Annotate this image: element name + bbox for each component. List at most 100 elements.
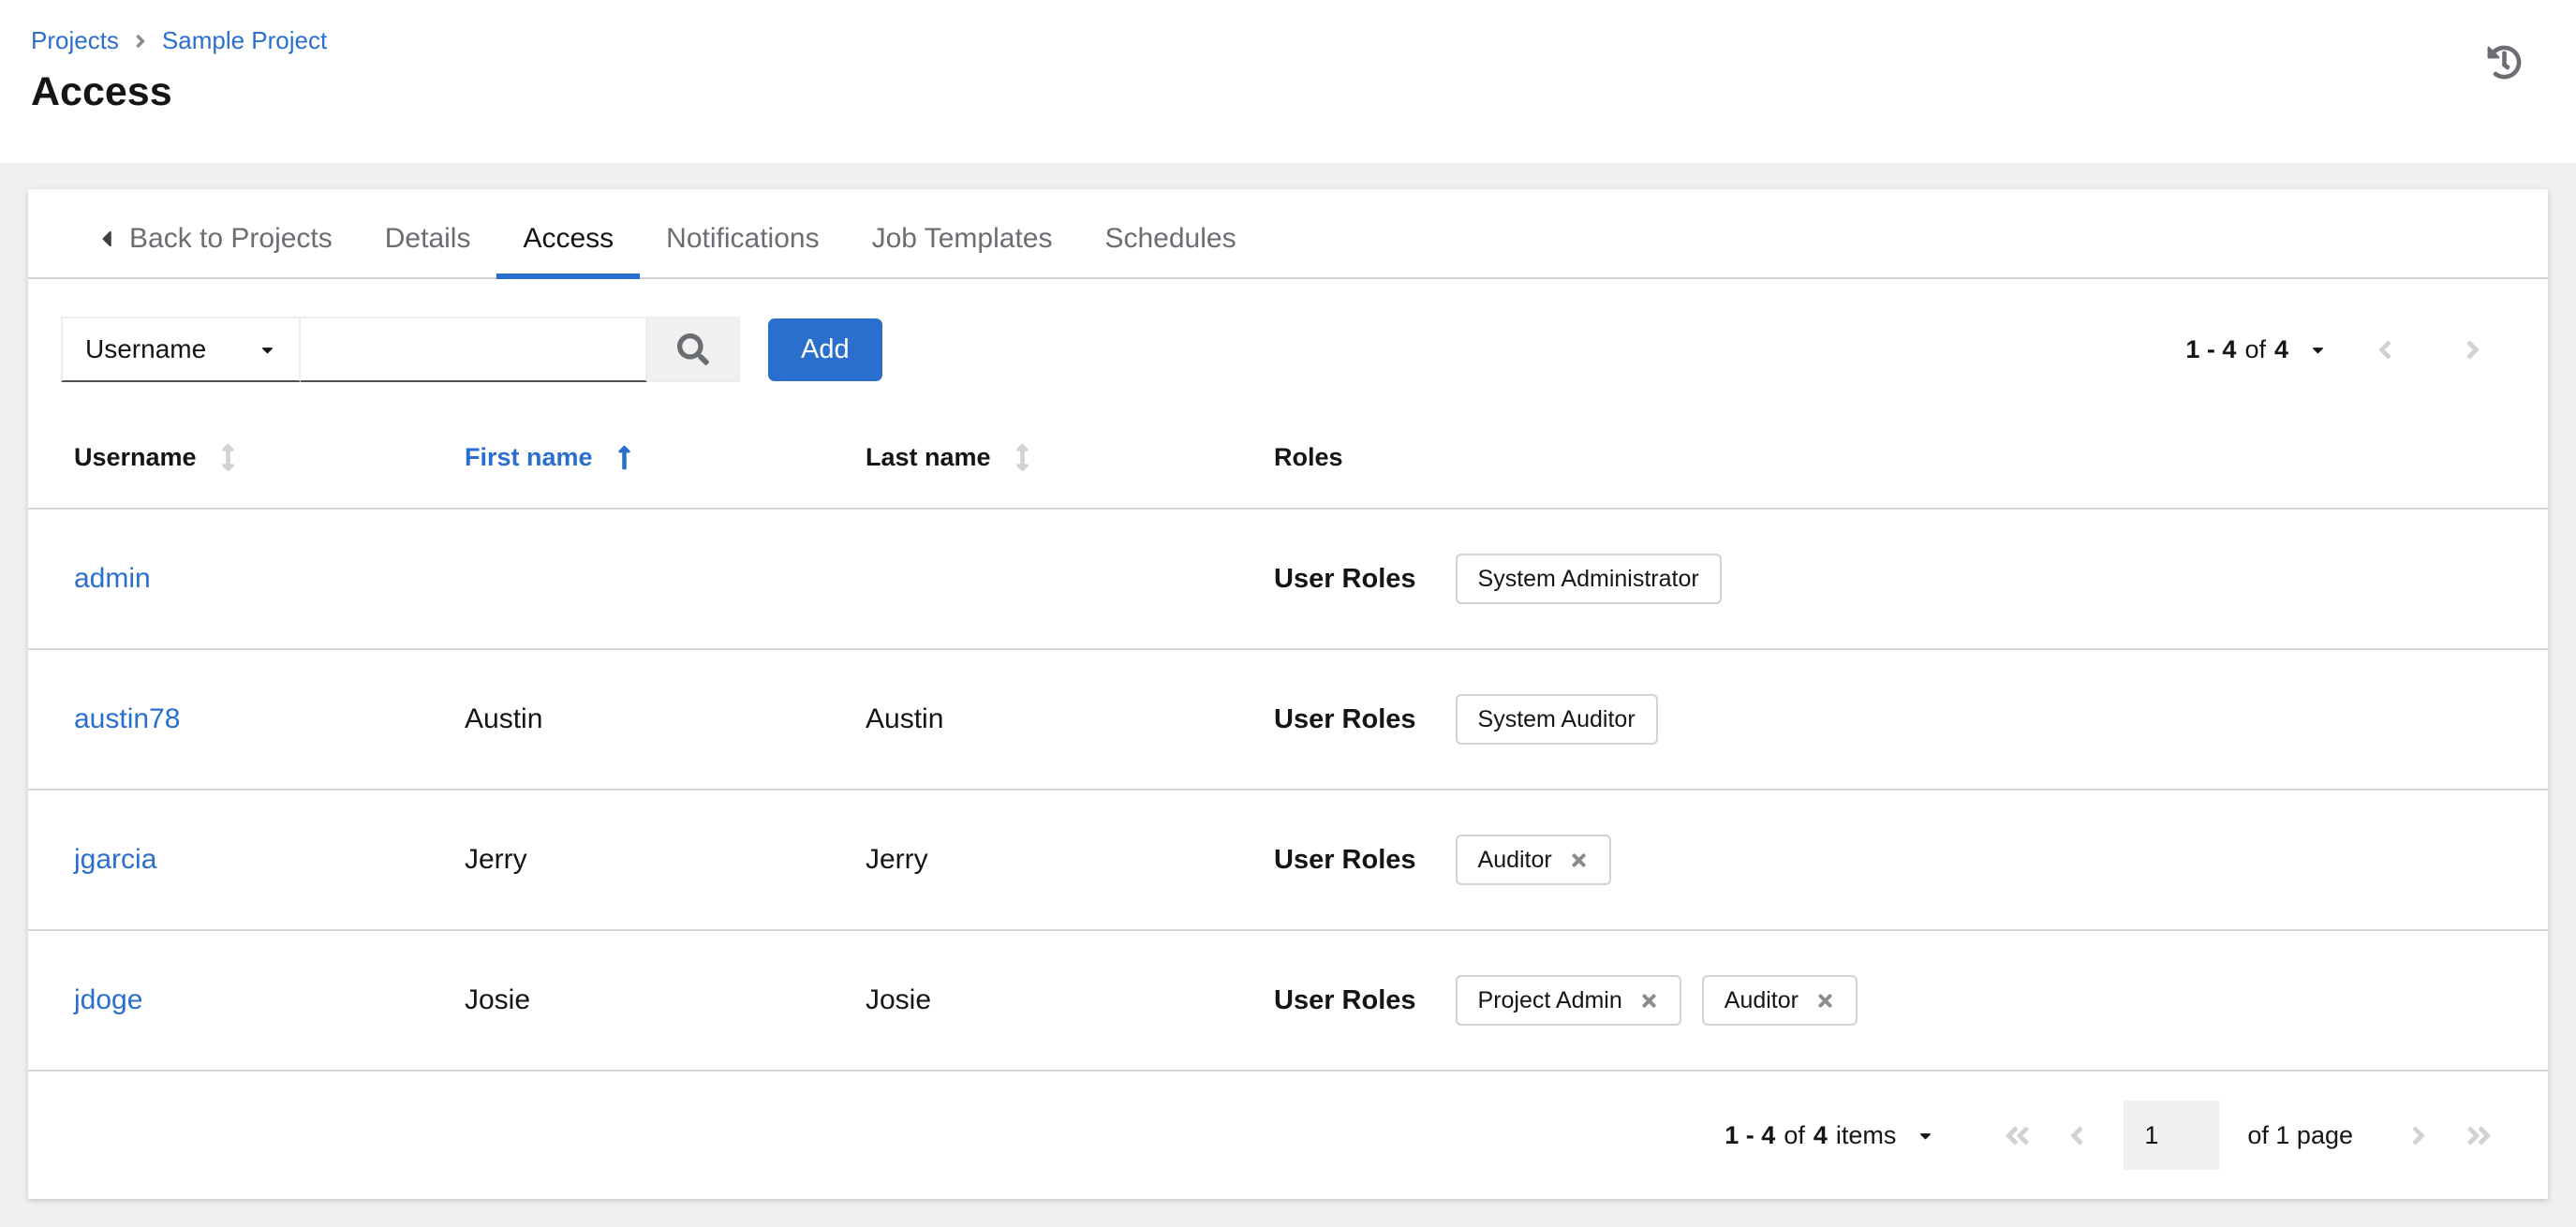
chip-close-button[interactable] bbox=[1569, 850, 1589, 870]
first-page-button[interactable] bbox=[1992, 1111, 2041, 1160]
filter-key-selected: Username bbox=[85, 334, 207, 363]
table-header: Username First name Last name Roles bbox=[28, 382, 2548, 510]
sort-up-icon bbox=[617, 444, 631, 471]
toolbar: Username Add 1 - 4 of 4 bbox=[28, 279, 2548, 382]
role-chip-label: Project Admin bbox=[1477, 986, 1622, 1013]
close-icon bbox=[1815, 991, 1835, 1011]
history-button[interactable] bbox=[2483, 41, 2525, 83]
table-row: jdoge Josie Josie User Roles Project Adm… bbox=[28, 931, 2548, 1072]
angle-left-icon bbox=[2377, 335, 2392, 364]
tab-back-to-projects[interactable]: Back to Projects bbox=[72, 200, 359, 277]
next-page-button[interactable] bbox=[2443, 319, 2503, 379]
table-row: admin User Roles System Administrator bbox=[28, 510, 2548, 650]
angle-double-right-icon bbox=[2466, 1121, 2492, 1150]
table-row: jgarcia Jerry Jerry User Roles Auditor bbox=[28, 791, 2548, 931]
tab-back-label: Back to Projects bbox=[129, 223, 333, 254]
user-roles-label: User Roles bbox=[1274, 703, 1416, 734]
user-roles-label: User Roles bbox=[1274, 563, 1416, 594]
chip-close-button[interactable] bbox=[1815, 991, 1835, 1011]
tab-details[interactable]: Details bbox=[359, 200, 497, 277]
role-chip-label: System Administrator bbox=[1477, 565, 1699, 592]
pagination-top: 1 - 4 of 4 bbox=[2185, 319, 2503, 379]
pagination-bottom: 1 - 4 of 4 items of 1 page bbox=[28, 1072, 2548, 1199]
first-name-cell: Jerry bbox=[465, 844, 527, 875]
tab-access[interactable]: Access bbox=[496, 200, 640, 279]
caret-down-icon bbox=[259, 341, 276, 359]
search-icon bbox=[677, 333, 709, 365]
column-label: First name bbox=[465, 442, 593, 471]
pagination-top-nav bbox=[2355, 319, 2503, 379]
tab-notifications[interactable]: Notifications bbox=[640, 200, 845, 277]
role-chip-label: Auditor bbox=[1477, 846, 1552, 873]
roles-cell: User Roles Project Admin Auditor bbox=[1274, 975, 2503, 1026]
column-header-last-name[interactable]: Last name bbox=[866, 443, 1274, 472]
pagination-bottom-nav: of 1 page bbox=[1992, 1101, 2503, 1170]
roles-cell: User Roles System Auditor bbox=[1274, 694, 2503, 745]
add-button[interactable]: Add bbox=[768, 318, 882, 381]
page-content: Back to Projects Details Access Notifica… bbox=[0, 163, 2576, 1199]
pagination-top-summary[interactable]: 1 - 4 of 4 bbox=[2185, 335, 2327, 364]
caret-down-icon bbox=[1917, 1127, 1934, 1145]
breadcrumb: Projects Sample Project bbox=[31, 26, 2520, 55]
pagination-total: 4 bbox=[2273, 334, 2288, 363]
pagination-items-word: items bbox=[1835, 1120, 1897, 1149]
column-header-username[interactable]: Username bbox=[74, 443, 465, 472]
page-number-input[interactable] bbox=[2124, 1101, 2220, 1170]
tab-bar: Back to Projects Details Access Notifica… bbox=[28, 189, 2548, 279]
breadcrumb-link-sample-project[interactable]: Sample Project bbox=[162, 26, 327, 55]
page-header: Projects Sample Project Access bbox=[0, 0, 2576, 163]
close-icon bbox=[1569, 850, 1589, 870]
role-chip: Auditor bbox=[1455, 835, 1611, 885]
username-link[interactable]: jdoge bbox=[74, 984, 142, 1015]
username-link[interactable]: jgarcia bbox=[74, 844, 156, 875]
access-panel: Back to Projects Details Access Notifica… bbox=[28, 189, 2548, 1199]
tab-job-templates[interactable]: Job Templates bbox=[846, 200, 1079, 277]
page-count-label: of 1 page bbox=[2247, 1120, 2353, 1149]
user-roles-label: User Roles bbox=[1274, 984, 1416, 1015]
first-name-cell: Josie bbox=[465, 984, 531, 1015]
role-chip-label: System Auditor bbox=[1477, 705, 1636, 732]
chip-close-button[interactable] bbox=[1639, 991, 1659, 1011]
column-label: Last name bbox=[866, 442, 991, 471]
role-chip: System Administrator bbox=[1455, 554, 1722, 604]
user-roles-label: User Roles bbox=[1274, 844, 1416, 875]
tab-schedules[interactable]: Schedules bbox=[1078, 200, 1262, 277]
pagination-range: 1 - 4 bbox=[1725, 1120, 1776, 1149]
angle-double-left-icon bbox=[2005, 1121, 2030, 1150]
username-link[interactable]: austin78 bbox=[74, 703, 180, 734]
column-label: Roles bbox=[1274, 442, 1343, 471]
column-header-roles: Roles bbox=[1274, 443, 1343, 472]
first-name-cell: Austin bbox=[465, 703, 543, 734]
filter-key-select[interactable]: Username bbox=[61, 317, 301, 382]
prev-page-button[interactable] bbox=[2052, 1111, 2101, 1160]
last-page-button[interactable] bbox=[2454, 1111, 2503, 1160]
column-label: Username bbox=[74, 442, 197, 471]
pagination-range: 1 - 4 bbox=[2185, 334, 2237, 363]
role-chip-label: Auditor bbox=[1724, 986, 1799, 1013]
search-input[interactable] bbox=[301, 317, 647, 382]
roles-cell: User Roles System Administrator bbox=[1274, 554, 2503, 604]
angle-left-icon bbox=[2069, 1121, 2084, 1150]
caret-left-icon bbox=[98, 226, 114, 252]
sort-icon bbox=[1015, 444, 1029, 471]
page-title: Access bbox=[31, 69, 172, 114]
table-row: austin78 Austin Austin User Roles System… bbox=[28, 650, 2548, 791]
last-name-cell: Austin bbox=[866, 703, 944, 734]
breadcrumb-separator-icon bbox=[135, 31, 146, 52]
breadcrumb-link-projects[interactable]: Projects bbox=[31, 26, 119, 55]
pagination-bottom-summary[interactable]: 1 - 4 of 4 items bbox=[1725, 1121, 1934, 1150]
role-chip: System Auditor bbox=[1455, 694, 1658, 745]
search-group: Username bbox=[61, 317, 740, 382]
angle-right-icon bbox=[2411, 1121, 2426, 1150]
next-page-button[interactable] bbox=[2394, 1111, 2443, 1160]
close-icon bbox=[1639, 991, 1659, 1011]
username-link[interactable]: admin bbox=[74, 563, 151, 594]
roles-cell: User Roles Auditor bbox=[1274, 835, 2503, 885]
role-chip: Project Admin bbox=[1455, 975, 1681, 1026]
search-button[interactable] bbox=[647, 317, 740, 382]
column-header-first-name[interactable]: First name bbox=[465, 443, 866, 472]
prev-page-button[interactable] bbox=[2355, 319, 2415, 379]
last-name-cell: Jerry bbox=[866, 844, 928, 875]
angle-right-icon bbox=[2465, 335, 2480, 364]
pagination-total: 4 bbox=[1813, 1120, 1828, 1149]
